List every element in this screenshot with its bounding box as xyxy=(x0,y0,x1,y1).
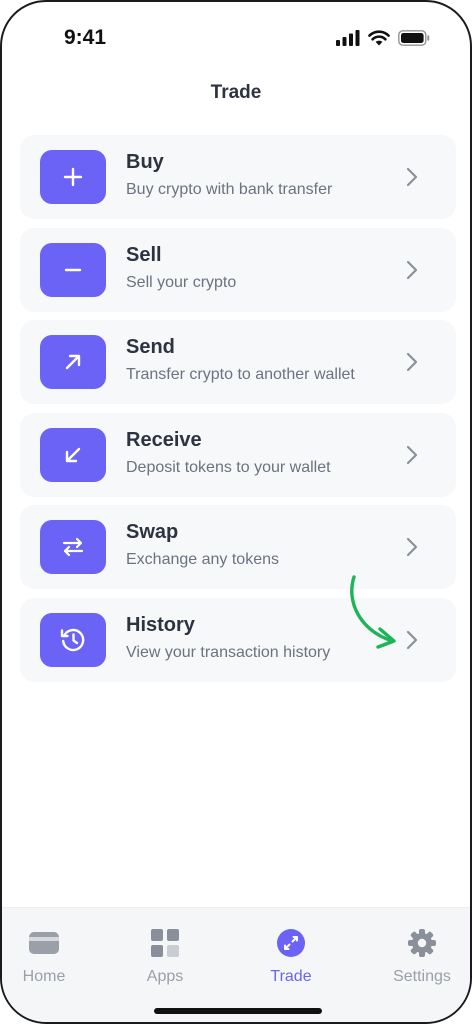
swap-arrows-icon xyxy=(40,520,106,575)
send-action-row[interactable]: Send Transfer crypto to another wallet xyxy=(20,320,456,405)
battery-icon xyxy=(398,30,430,46)
chevron-right-icon xyxy=(406,167,418,187)
home-indicator xyxy=(154,1008,322,1014)
tab-label: Settings xyxy=(393,968,451,985)
gear-icon xyxy=(408,929,436,957)
apps-grid-icon xyxy=(151,929,179,957)
action-subtitle: Deposit tokens to your wallet xyxy=(126,458,331,476)
action-title: Swap xyxy=(126,521,179,544)
chevron-right-icon xyxy=(406,445,418,464)
arrow-up-right-icon xyxy=(40,335,106,390)
arrow-down-left-icon xyxy=(40,427,106,482)
action-title: Send xyxy=(126,336,175,359)
cellular-signal-icon xyxy=(336,30,360,46)
tab-home[interactable]: Home xyxy=(2,926,94,986)
page-title: Trade xyxy=(210,82,262,103)
action-subtitle: View your transaction history xyxy=(126,643,331,661)
tab-trade[interactable]: Trade xyxy=(241,926,341,986)
wallet-card-icon xyxy=(29,932,59,954)
plus-icon xyxy=(40,150,106,204)
action-title: Buy xyxy=(126,151,164,173)
tab-apps[interactable]: Apps xyxy=(115,926,215,986)
chevron-right-icon xyxy=(406,353,418,372)
chevron-right-icon xyxy=(406,538,418,557)
action-subtitle: Transfer crypto to another wallet xyxy=(126,366,355,384)
history-clock-icon xyxy=(40,612,106,667)
wifi-icon xyxy=(368,30,390,46)
chevron-right-icon[interactable] xyxy=(406,630,418,650)
minus-icon xyxy=(40,242,106,297)
action-title: Receive xyxy=(126,428,202,451)
tab-bar: Home Apps Trade Settings xyxy=(2,907,470,1022)
annotation-arrow-icon xyxy=(350,575,396,649)
receive-action-row[interactable]: Receive Deposit tokens to your wallet xyxy=(20,412,456,497)
action-subtitle: Buy crypto with bank transfer xyxy=(126,181,333,198)
action-subtitle: Sell your crypto xyxy=(126,273,237,291)
tab-label: Home xyxy=(22,968,66,985)
phone-frame: 9:41 Trade Buy Buy crypto with bank tran… xyxy=(0,0,472,1024)
tab-settings[interactable]: Settings xyxy=(372,926,470,986)
status-time: 9:41 xyxy=(64,26,107,49)
sell-action-row[interactable]: Sell Sell your crypto xyxy=(20,227,456,312)
action-title: Sell xyxy=(126,243,162,266)
tab-label: Trade xyxy=(270,968,312,985)
status-icons xyxy=(336,30,430,46)
tab-label: Apps xyxy=(146,968,184,985)
status-bar: 9:41 xyxy=(2,2,470,72)
action-title: History xyxy=(126,613,195,636)
action-subtitle: Exchange any tokens xyxy=(126,551,279,569)
trade-arrows-icon xyxy=(277,929,305,957)
buy-action-row[interactable]: Buy Buy crypto with bank transfer xyxy=(20,135,456,219)
chevron-right-icon xyxy=(406,260,418,279)
